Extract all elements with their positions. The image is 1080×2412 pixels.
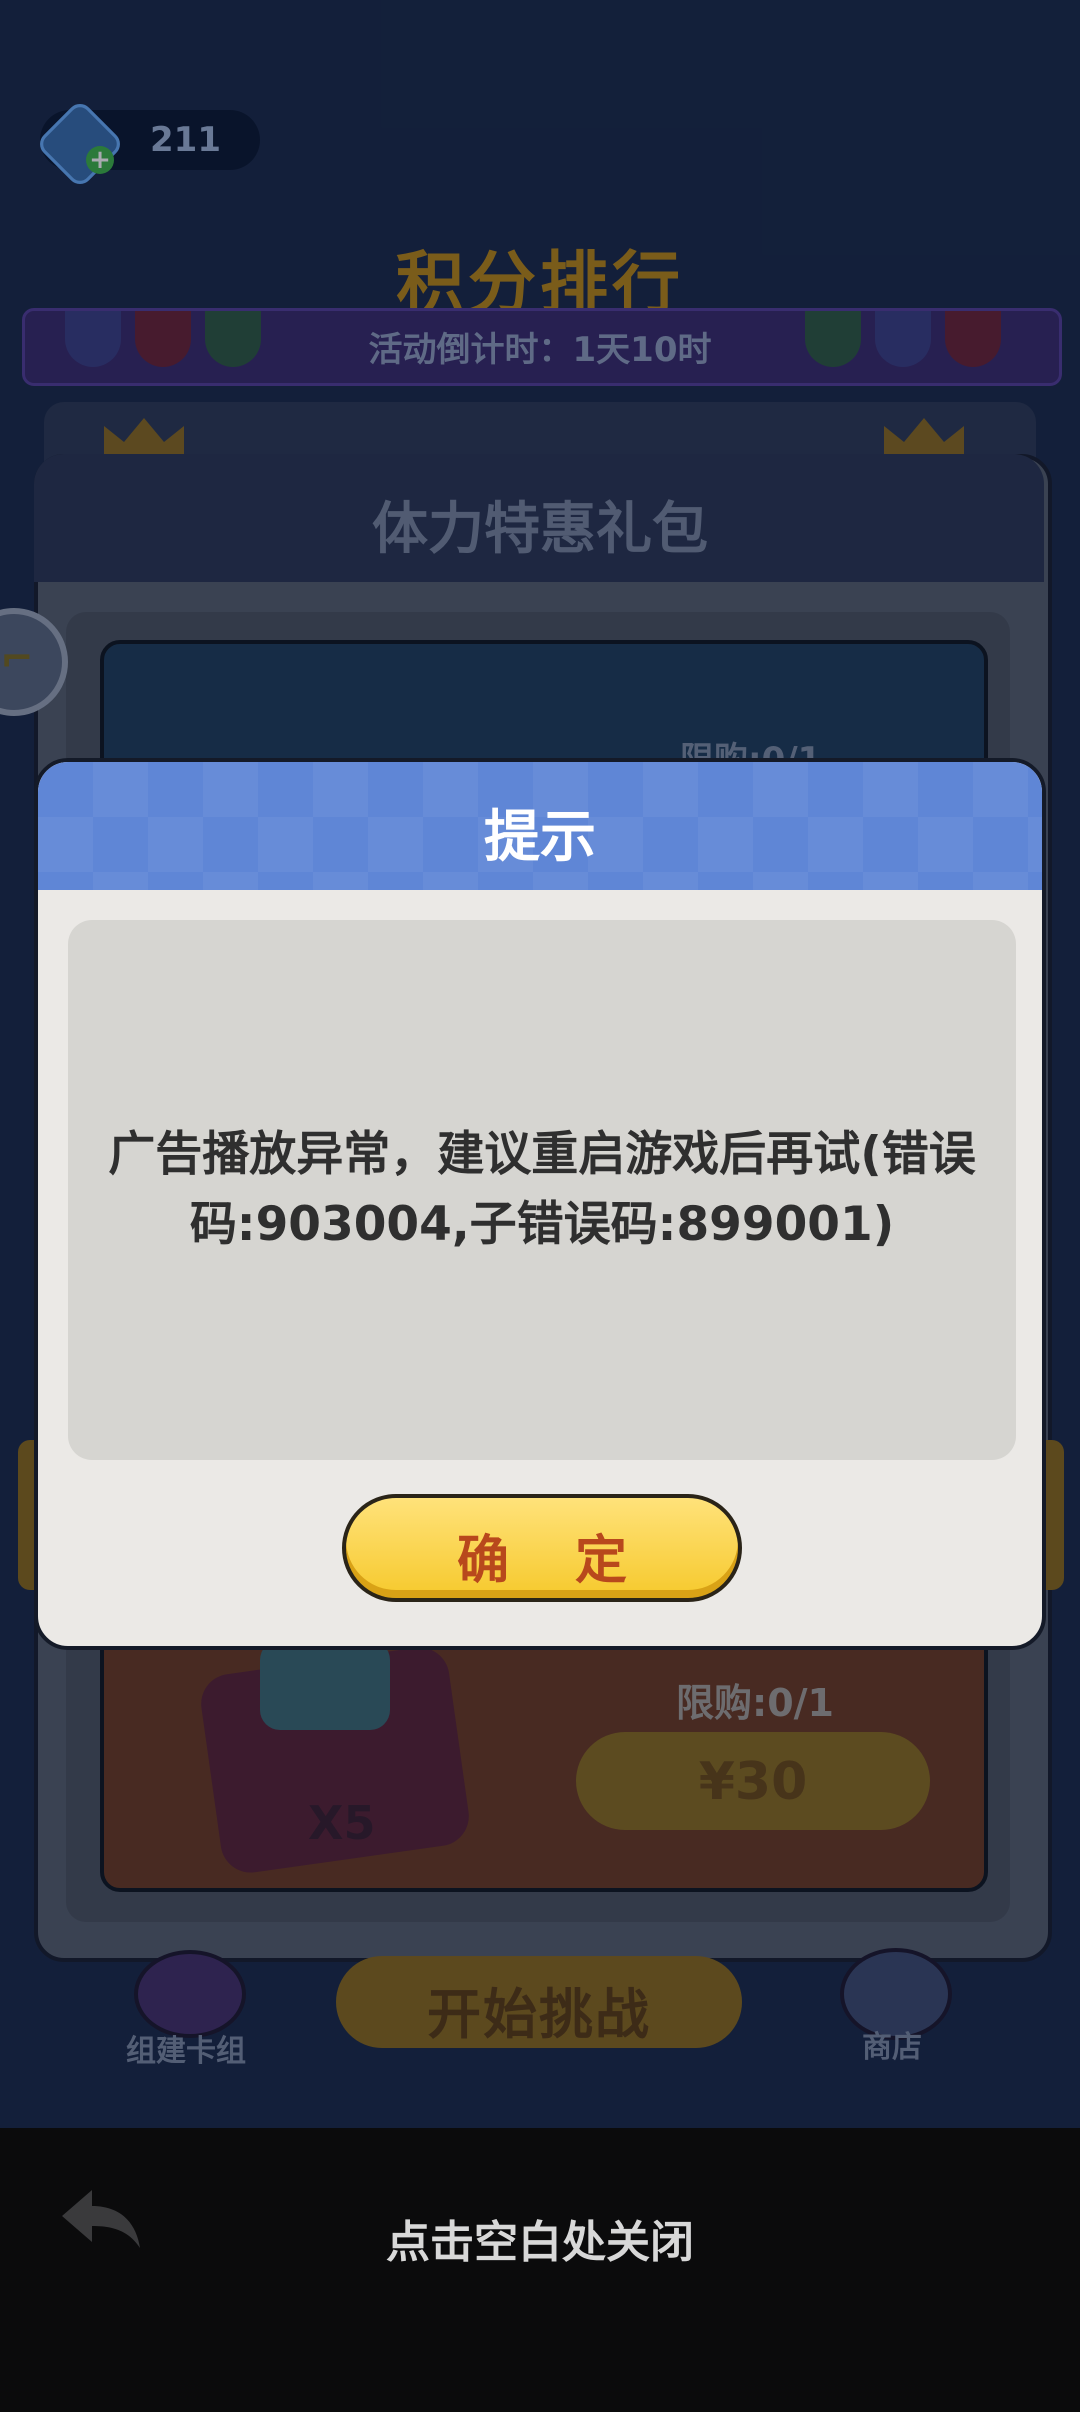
close-hint: 点击空白处关闭 (386, 2217, 694, 2268)
confirm-label: 确 定 (456, 1531, 652, 1591)
dialog-header: 提示 (38, 762, 1042, 890)
dialog-message: 广告播放异常，建议重启游戏后再试(错误码:903004,子错误码:899001) (108, 1127, 976, 1252)
confirm-button[interactable]: 确 定 (342, 1494, 742, 1602)
dialog-message-box: 广告播放异常，建议重启游戏后再试(错误码:903004,子错误码:899001) (68, 920, 1016, 1460)
game-screen: + 211 积分排行 活动倒计时：1天10时 体力特惠礼包 限购:0/1 ⌐ X… (0, 0, 1080, 2412)
alert-dialog: 提示 广告播放异常，建议重启游戏后再试(错误码:903004,子错误码:8990… (34, 758, 1046, 1650)
close-bar[interactable] (0, 2128, 1080, 2412)
dialog-title: 提示 (484, 805, 596, 870)
